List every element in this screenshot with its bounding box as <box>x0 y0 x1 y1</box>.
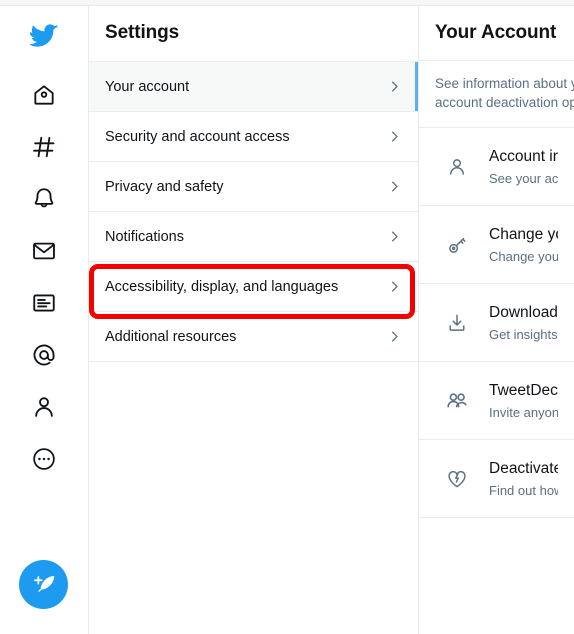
detail-item-text: TweetDeck Invite anyon <box>479 380 558 422</box>
lists-icon[interactable] <box>18 277 70 329</box>
broken-heart-icon <box>435 468 479 490</box>
detail-item-account-information[interactable]: Account in See your acc <box>419 128 574 206</box>
download-icon <box>435 312 479 334</box>
settings-item-label: Additional resources <box>105 328 237 345</box>
detail-item-subtitle: See your acc <box>489 170 558 186</box>
profile-person-icon[interactable] <box>18 381 70 433</box>
settings-list: Your account Security and account access… <box>89 61 418 362</box>
more-ellipsis-icon[interactable] <box>18 433 70 485</box>
settings-item-additional-resources[interactable]: Additional resources <box>89 312 418 362</box>
settings-item-notifications[interactable]: Notifications <box>89 212 418 262</box>
settings-item-accessibility-display-and-languages[interactable]: Accessibility, display, and languages <box>89 262 418 312</box>
detail-description: See information about y account deactiva… <box>419 61 574 128</box>
settings-item-label: Accessibility, display, and languages <box>105 278 339 295</box>
key-icon <box>435 234 479 256</box>
people-group-icon <box>435 389 479 413</box>
settings-item-security-and-account-access[interactable]: Security and account access <box>89 112 418 162</box>
detail-description-line-1: See information about y <box>435 76 574 91</box>
notifications-bell-icon[interactable] <box>18 173 70 225</box>
person-icon <box>435 156 479 178</box>
mentions-at-icon[interactable] <box>18 329 70 381</box>
settings-item-privacy-and-safety[interactable]: Privacy and safety <box>89 162 418 212</box>
detail-header: Your Account <box>419 0 574 61</box>
detail-description-line-2: account deactivation op <box>435 95 574 110</box>
detail-item-title: Download <box>489 303 558 321</box>
page-title: Settings <box>105 22 180 43</box>
browser-top-strip <box>0 0 574 6</box>
settings-item-label: Notifications <box>105 228 184 245</box>
settings-item-label: Your account <box>105 78 190 95</box>
detail-item-title: Account in <box>489 147 558 165</box>
settings-panel: Settings Your account Security and accou… <box>89 0 419 634</box>
twitter-logo-icon[interactable] <box>18 9 70 61</box>
chevron-right-icon <box>387 179 402 194</box>
settings-item-label: Privacy and safety <box>105 178 224 195</box>
chevron-right-icon <box>387 279 402 294</box>
detail-page-title: Your Account <box>435 21 557 43</box>
settings-header: Settings <box>89 0 418 61</box>
detail-item-subtitle: Get insights <box>489 326 558 342</box>
detail-item-subtitle: Find out how <box>489 482 558 498</box>
detail-item-text: Account in See your acc <box>479 146 558 188</box>
detail-item-subtitle: Change you <box>489 248 558 264</box>
detail-item-title: Change yo <box>489 225 558 243</box>
settings-item-label: Security and account access <box>105 128 290 145</box>
detail-item-text: Change yo Change you <box>479 224 558 266</box>
chevron-right-icon <box>387 229 402 244</box>
detail-item-tweetdeck-teams[interactable]: TweetDeck Invite anyon <box>419 362 574 440</box>
compose-tweet-button[interactable] <box>19 560 68 609</box>
detail-item-subtitle: Invite anyon <box>489 404 558 420</box>
detail-item-text: Download Get insights <box>479 302 558 344</box>
chevron-right-icon <box>387 129 402 144</box>
chevron-right-icon <box>387 329 402 344</box>
detail-item-download-an-archive[interactable]: Download Get insights <box>419 284 574 362</box>
chevron-right-icon <box>387 79 402 94</box>
explore-hashtag-icon[interactable] <box>18 121 70 173</box>
detail-item-title: TweetDeck <box>489 381 558 399</box>
account-detail-panel: Your Account See information about y acc… <box>419 0 574 634</box>
home-icon[interactable] <box>18 69 70 121</box>
detail-item-text: Deactivate Find out how <box>479 458 558 500</box>
primary-nav-rail <box>0 0 89 634</box>
detail-item-deactivate-your-account[interactable]: Deactivate Find out how <box>419 440 574 518</box>
detail-item-title: Deactivate <box>489 459 558 477</box>
settings-item-your-account[interactable]: Your account <box>89 62 418 112</box>
detail-item-change-your-password[interactable]: Change yo Change you <box>419 206 574 284</box>
twitter-settings-screen: Settings Your account Security and accou… <box>0 0 574 634</box>
messages-envelope-icon[interactable] <box>18 225 70 277</box>
